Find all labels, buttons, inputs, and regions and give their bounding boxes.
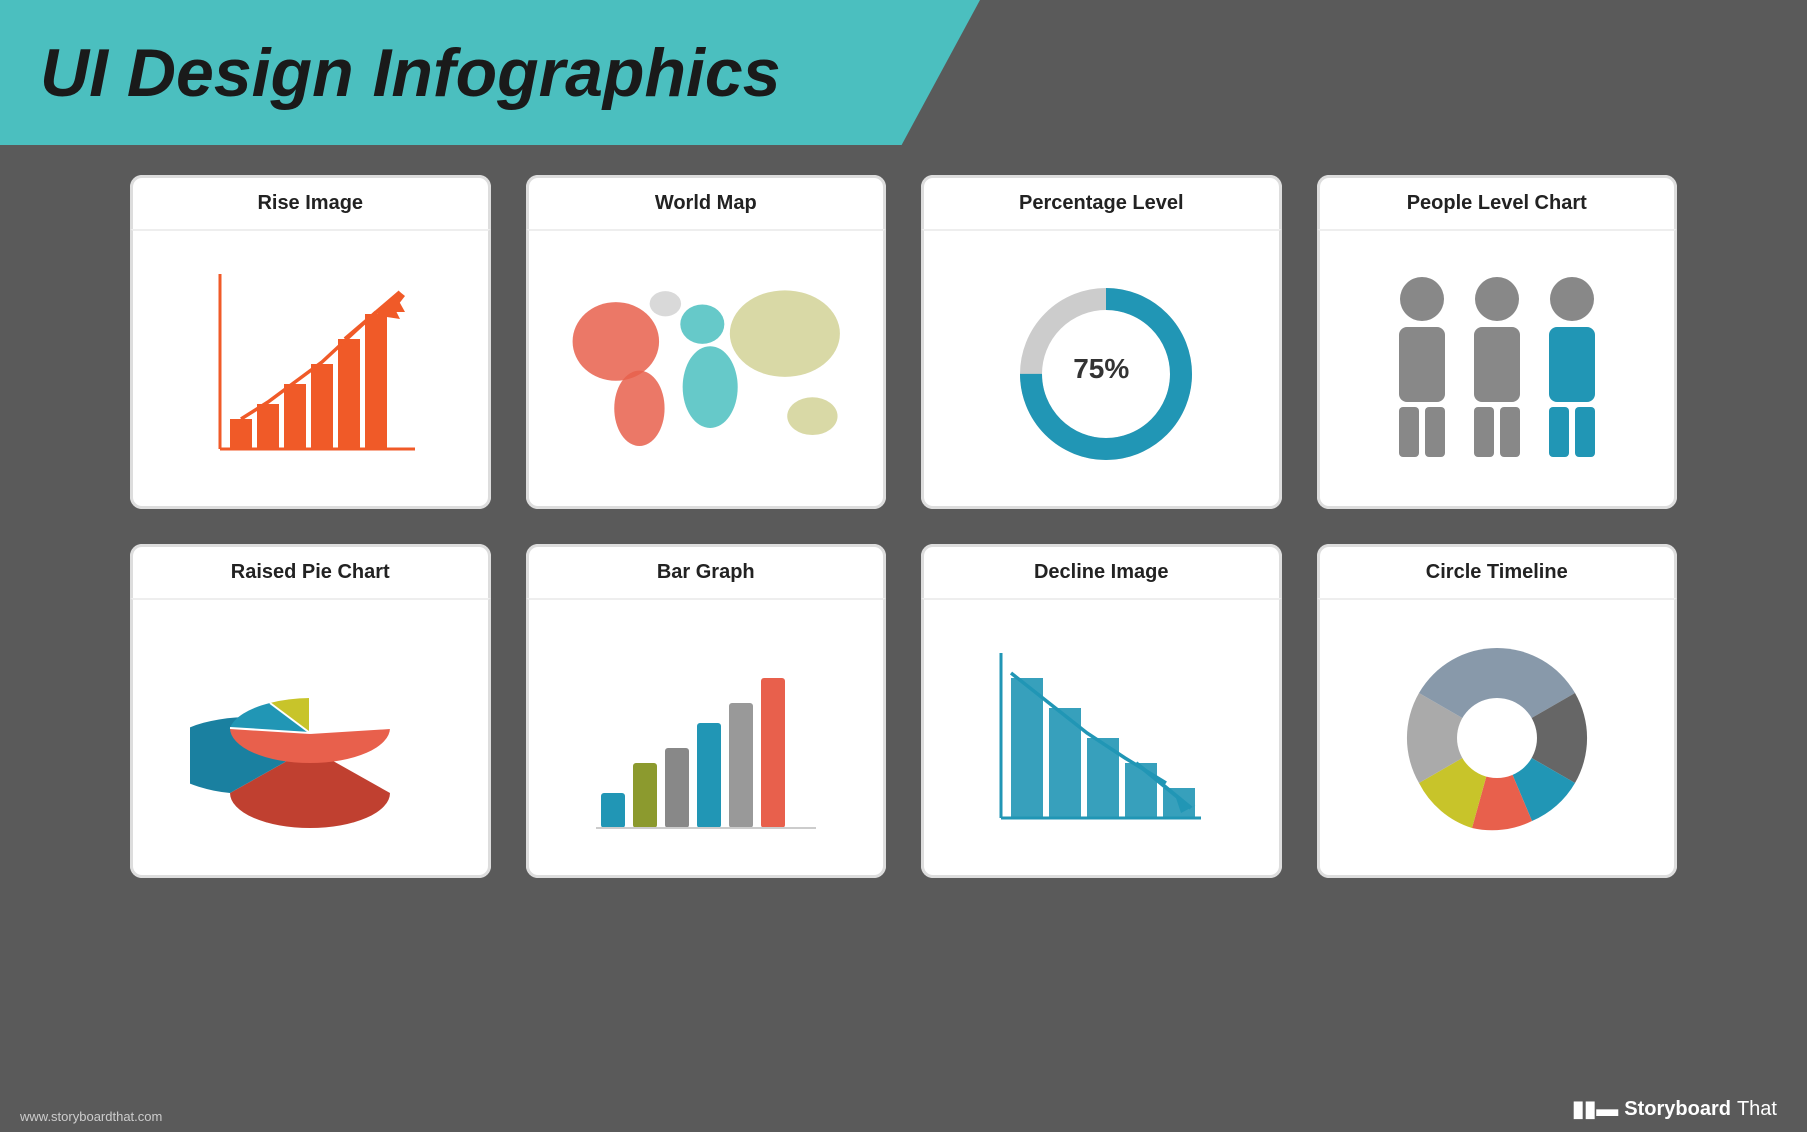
card-body-people-level-chart [1317,229,1678,509]
card-label-percentage-level: Percentage Level [1019,192,1184,214]
donut-text: 75% [1073,353,1129,385]
page-title: UI Design Infographics [40,34,781,112]
people-chart-svg [1367,259,1627,479]
card-header-rise-image: Rise Image [130,175,491,229]
card-label-world-map: World Map [655,192,757,214]
card-label-rise-image: Rise Image [257,192,363,214]
card-header-raised-pie-chart: Raised Pie Chart [130,544,491,598]
footer-logo-bold: Storyboard [1624,1098,1731,1121]
footer-website: www.storyboardthat.com [20,1109,162,1124]
card-label-decline-image: Decline Image [1034,561,1169,583]
footer-logo: ▮▮▬ Storyboard That [1572,1096,1777,1122]
card-header-percentage-level: Percentage Level [921,175,1282,229]
card-header-circle-timeline: Circle Timeline [1317,544,1678,598]
card-people-level-chart: People Level Chart [1317,175,1678,509]
pie-chart-svg [190,638,430,838]
card-world-map: World Map [526,175,887,509]
card-rise-image: Rise Image [130,175,491,509]
card-body-decline-image [921,598,1282,878]
card-decline-image: Decline Image [921,544,1282,878]
card-header-bar-graph: Bar Graph [526,544,887,598]
card-body-world-map [526,229,887,509]
decline-chart-svg [981,633,1221,843]
header-banner: UI Design Infographics [0,0,980,145]
card-header-world-map: World Map [526,175,887,229]
card-percentage-level: Percentage Level 75% [921,175,1282,509]
card-circle-timeline: Circle Timeline [1317,544,1678,878]
circle-timeline-svg [1392,633,1602,843]
card-body-raised-pie-chart [130,598,491,878]
card-label-bar-graph: Bar Graph [657,561,755,583]
card-label-people-level-chart: People Level Chart [1407,192,1587,214]
card-header-decline-image: Decline Image [921,544,1282,598]
donut-chart: 75% [1011,279,1191,459]
card-header-people-level-chart: People Level Chart [1317,175,1678,229]
card-raised-pie-chart: Raised Pie Chart [130,544,491,878]
card-bar-graph: Bar Graph [526,544,887,878]
rise-chart-svg [195,264,425,474]
bar-graph-svg [581,633,831,843]
card-label-raised-pie-chart: Raised Pie Chart [231,561,390,583]
storyboard-icon: ▮▮▬ [1572,1096,1618,1122]
card-body-percentage-level: 75% [921,229,1282,509]
footer-logo-normal: That [1737,1098,1777,1121]
world-map-svg [549,259,864,479]
card-body-circle-timeline [1317,598,1678,878]
footer-website-text: www.storyboardthat.com [20,1109,162,1124]
card-body-bar-graph [526,598,887,878]
cards-grid: Rise Image [130,175,1677,878]
card-label-circle-timeline: Circle Timeline [1426,561,1568,583]
card-body-rise-image [130,229,491,509]
